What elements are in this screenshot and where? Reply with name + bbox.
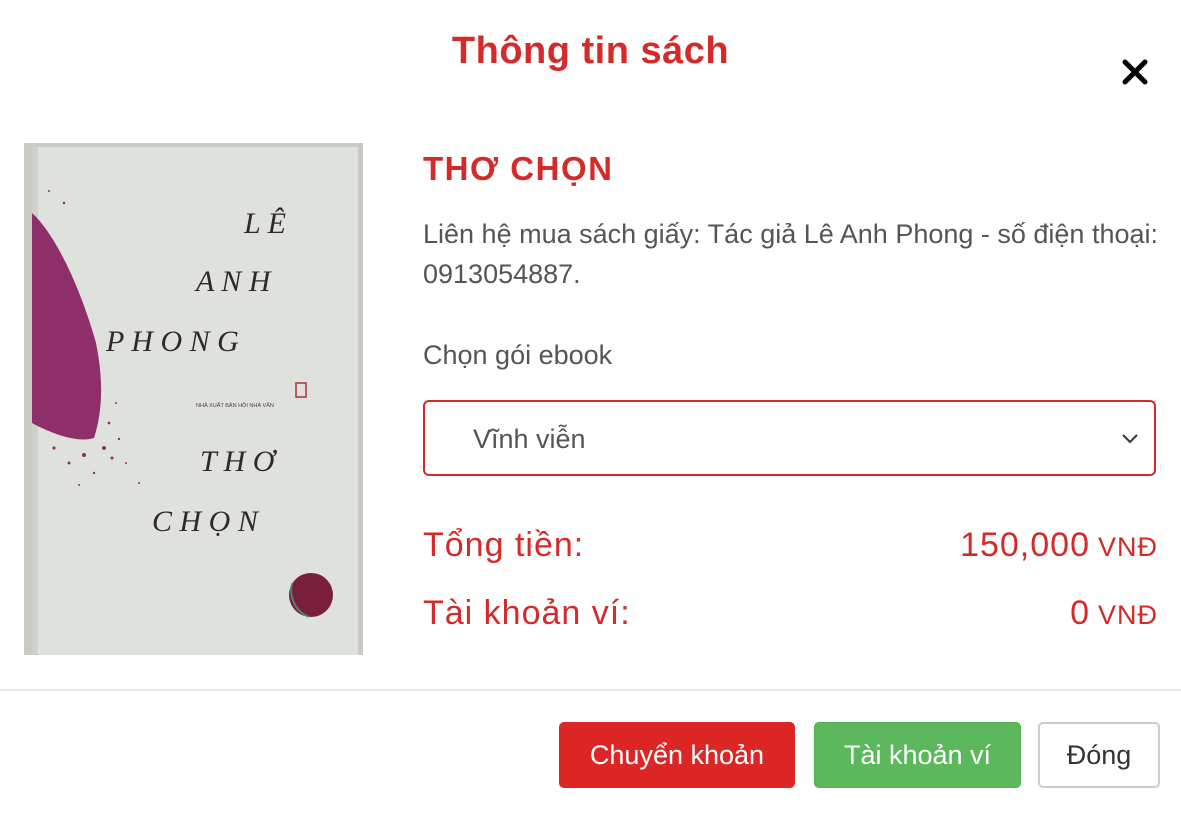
wallet-label: Tài khoản ví: [423,594,631,632]
close-button[interactable] [1118,55,1152,89]
cover-author-line-2: A N H [194,265,273,298]
total-row: Tổng tiền: 150,000 VNĐ [423,526,1160,576]
cover-title-line-1: T H Ơ [200,445,278,478]
close-icon [1122,59,1148,85]
book-cover-image: L Ê A N H P H O N G T H Ơ C H Ọ N NHÀ XU… [24,143,363,655]
cover-author-line-3: P H O N G [105,325,239,358]
cover-author-line-1: L Ê [243,207,286,240]
wallet-amount-wrap: 0 VNĐ [1070,594,1158,633]
cover-title-line-2: C H Ọ N [152,505,260,538]
total-currency: VNĐ [1097,532,1158,562]
footer-divider [0,689,1181,691]
book-title: THƠ CHỌN [423,150,614,187]
cover-publisher: NHÀ XUẤT BẢN HỘI NHÀ VĂN [196,402,274,409]
book-description: Liên hệ mua sách giấy: Tác giả Lê Anh Ph… [423,219,1158,289]
chevron-down-icon [1120,428,1140,453]
package-selected-value: Vĩnh viễn [473,424,586,454]
wallet-row: Tài khoản ví: 0 VNĐ [423,594,1160,644]
wallet-currency: VNĐ [1097,600,1158,630]
cover-dot [289,573,333,617]
close-dialog-button[interactable]: Đóng [1038,722,1160,788]
transfer-button[interactable]: Chuyển khoản [559,722,795,788]
package-label: Chọn gói ebook [423,340,613,370]
total-amount: 150,000 [960,526,1090,564]
total-amount-wrap: 150,000 VNĐ [960,526,1158,565]
total-label: Tổng tiền: [423,526,585,564]
wallet-pay-button[interactable]: Tài khoản ví [814,722,1021,788]
modal-title: Thông tin sách [451,30,730,72]
wallet-amount: 0 [1070,594,1090,632]
book-info-modal: Thông tin sách L Ê A N H P H O N G T H Ơ… [0,0,1181,815]
package-select[interactable]: Vĩnh viễn [423,400,1156,476]
